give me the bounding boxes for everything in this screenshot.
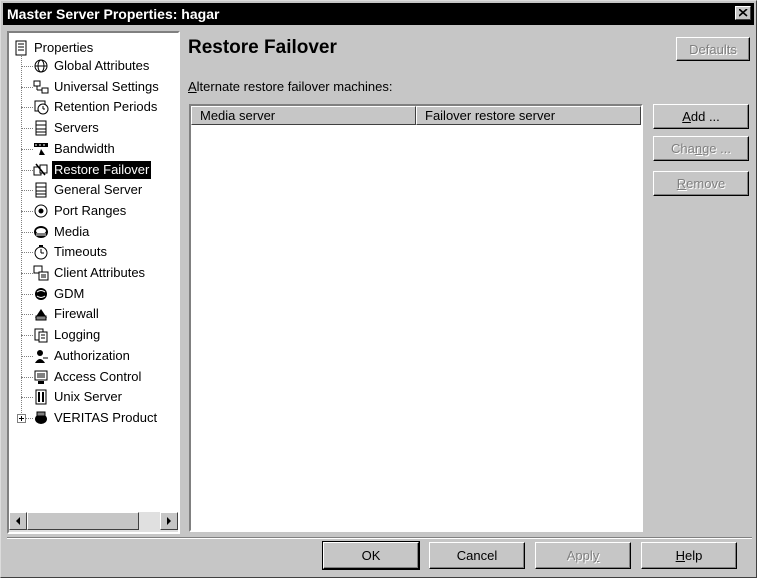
- radio-icon: [34, 204, 48, 218]
- unix-icon: [35, 389, 47, 405]
- gdm-icon: [35, 288, 47, 300]
- arrow-left-icon: [16, 517, 20, 525]
- scroll-right-button[interactable]: [160, 512, 178, 530]
- tree-branch-line: [21, 356, 33, 357]
- column-header-media-server[interactable]: Media server: [191, 106, 416, 125]
- tree-branch-line: [21, 377, 33, 378]
- footer-separator: [7, 537, 752, 539]
- veritas-icon: [35, 411, 47, 424]
- failover-icon: [33, 163, 48, 176]
- defaults-button[interactable]: Defaults: [676, 37, 750, 61]
- remove-button[interactable]: Remove: [653, 171, 749, 196]
- tree-branch-line: [21, 190, 33, 191]
- help-button[interactable]: Help: [641, 542, 737, 569]
- tree-branch-line: [21, 87, 33, 88]
- failover-machines-label: Alternate restore failover machines:: [188, 79, 392, 94]
- network-icon: [33, 80, 49, 94]
- properties-icon: [15, 40, 27, 56]
- window-title: Master Server Properties: hagar: [7, 6, 220, 22]
- add-button[interactable]: Add ...: [653, 104, 749, 129]
- tree-item-label: Authorization: [54, 348, 130, 363]
- close-button[interactable]: [735, 6, 751, 20]
- log-icon: [34, 328, 48, 343]
- mnemonic-a: A: [188, 79, 197, 94]
- tree-item-label: Universal Settings: [54, 79, 159, 94]
- tree-branch-line: [21, 314, 33, 315]
- page-title: Restore Failover: [188, 37, 337, 58]
- close-icon: [739, 9, 748, 17]
- tree-branch-line: [21, 397, 33, 398]
- tree-item-label: Restore Failover: [52, 161, 152, 179]
- expand-toggle[interactable]: [17, 414, 26, 423]
- tree-item-label: Retention Periods: [54, 99, 158, 114]
- tree-connector: [21, 55, 22, 417]
- tree-horizontal-scrollbar[interactable]: [9, 512, 178, 532]
- add-mnemonic: A: [682, 109, 691, 124]
- user-key-icon: [35, 350, 48, 363]
- server-icon: [35, 182, 47, 198]
- properties-tree[interactable]: Properties Global Attributes Universal Se…: [7, 31, 180, 534]
- cancel-button[interactable]: Cancel: [429, 542, 525, 569]
- help-mnemonic: H: [675, 548, 686, 563]
- tree-item-label: Servers: [54, 120, 99, 135]
- tree-item-label: Media: [54, 224, 90, 239]
- tree-branch-line: [21, 273, 33, 274]
- apply-button[interactable]: Apply: [535, 542, 631, 569]
- access-icon: [34, 370, 48, 384]
- failover-machines-list[interactable]: Media server Failover restore server: [189, 104, 643, 532]
- tree-item-label: Global Attributes: [54, 58, 150, 73]
- tree-content: Properties Global Attributes Universal Se…: [9, 33, 178, 512]
- tree-item-label: GDM: [54, 286, 85, 301]
- tree-item-label: Port Ranges: [54, 203, 127, 218]
- tree-item-label: Logging: [54, 327, 101, 342]
- change-button[interactable]: Change ...: [653, 136, 749, 161]
- tree-item-label: General Server: [54, 182, 143, 197]
- tree-branch-line: [21, 211, 33, 212]
- tree-branch-line: [21, 294, 33, 295]
- title-bar[interactable]: Master Server Properties: hagar: [3, 3, 754, 25]
- properties-dialog: Master Server Properties: hagar Properti…: [0, 0, 757, 578]
- tree-item-label: Access Control: [54, 369, 142, 384]
- stopwatch-icon: [34, 245, 48, 260]
- firewall-icon: [35, 309, 47, 321]
- tree-branch-line: [21, 252, 33, 253]
- tree-item-label: Timeouts: [54, 244, 107, 259]
- change-mnemonic: n: [694, 141, 703, 156]
- tree-branch-line: [21, 170, 33, 171]
- arrow-right-icon: [167, 517, 171, 525]
- tree-item-label: VERITAS Product: [54, 410, 158, 425]
- tree-item-label: Bandwidth: [54, 141, 115, 156]
- tree-branch-line: [21, 107, 33, 108]
- tree-item-label: Client Attributes: [54, 265, 146, 280]
- scroll-left-button[interactable]: [9, 512, 27, 530]
- tree-branch-line: [21, 232, 33, 233]
- tape-icon: [34, 226, 48, 238]
- tree-branch-line: [21, 335, 33, 336]
- column-header-failover-server[interactable]: Failover restore server: [416, 106, 641, 125]
- tree-root-label: Properties: [34, 40, 94, 55]
- client-icon: [33, 265, 49, 281]
- tree-branch-line: [21, 128, 33, 129]
- add-label-rest: dd ...: [690, 109, 720, 124]
- bandwidth-icon: [34, 143, 48, 155]
- tree-branch-line: [21, 149, 33, 150]
- tree-branch-line: [21, 66, 33, 67]
- server-icon: [35, 120, 47, 136]
- scroll-thumb[interactable]: [27, 512, 139, 530]
- tree-item-label: Unix Server: [54, 389, 122, 404]
- clock-icon: [34, 100, 49, 115]
- apply-mnemonic: y: [592, 548, 600, 563]
- ok-button[interactable]: OK: [322, 541, 420, 570]
- machines-label-text: lternate restore failover machines:: [196, 79, 393, 94]
- globe-icon: [34, 59, 48, 73]
- tree-item-label: Firewall: [54, 306, 99, 321]
- remove-mnemonic: R: [676, 176, 687, 191]
